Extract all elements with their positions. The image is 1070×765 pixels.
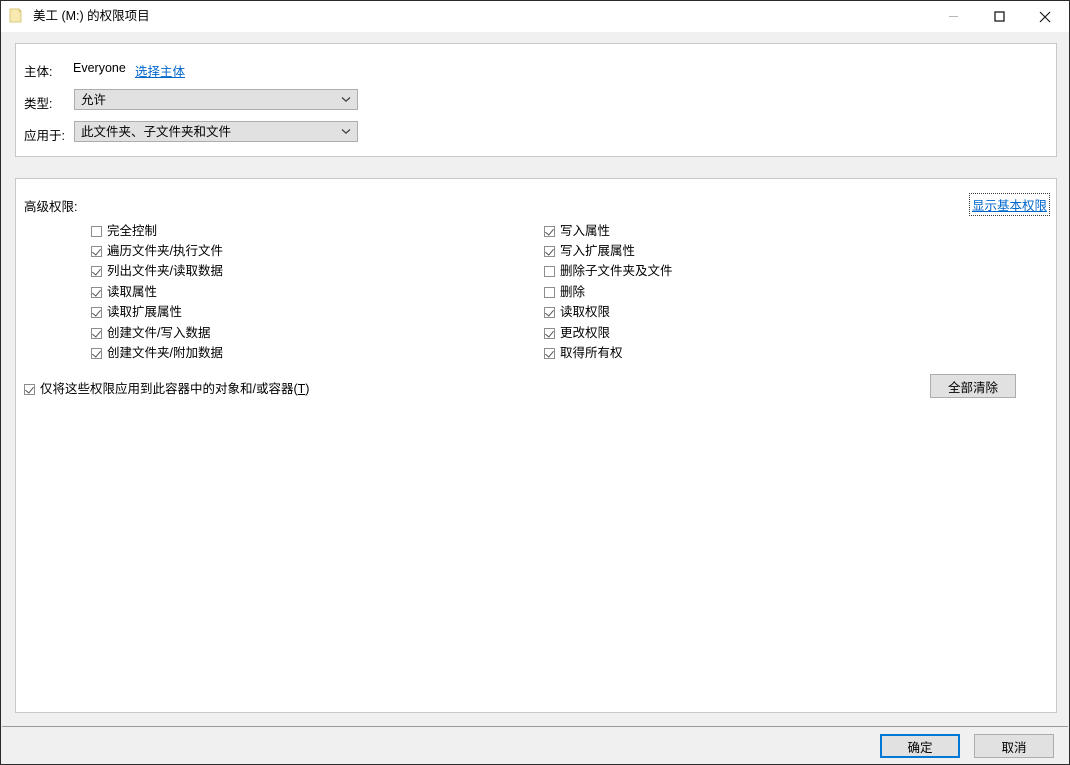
permission-checkbox[interactable]: 删除 <box>544 282 585 302</box>
applies-to-select-value: 此文件夹、子文件夹和文件 <box>81 125 232 139</box>
type-select-value: 允许 <box>81 93 107 107</box>
permission-label: 写入扩展属性 <box>560 243 636 258</box>
permission-label: 取得所有权 <box>560 345 623 360</box>
permission-label: 写入属性 <box>560 223 611 238</box>
applies-to-label: 应用于: <box>24 129 65 143</box>
permission-label: 列出文件夹/读取数据 <box>107 264 223 279</box>
permission-checkbox[interactable]: 删除子文件夹及文件 <box>544 262 673 282</box>
permission-entry-dialog: 美工 (M:) 的权限项目 主体: Everyone 选择主体 类型: 允许 应… <box>0 0 1070 765</box>
permission-checkbox[interactable]: 创建文件/写入数据 <box>91 323 210 343</box>
window-title: 美工 (M:) 的权限项目 <box>33 9 150 23</box>
chevron-down-icon <box>341 90 351 109</box>
checkbox-indicator <box>24 383 35 395</box>
checkbox-indicator <box>544 266 555 278</box>
show-basic-permissions-link[interactable]: 显示基本权限 <box>968 193 1050 216</box>
principal-value: Everyone <box>73 61 126 75</box>
permission-label: 删除 <box>560 284 586 299</box>
permission-checkbox[interactable]: 遍历文件夹/执行文件 <box>91 241 223 261</box>
apply-to-container-only-label: 仅将这些权限应用到此容器中的对象和/或容器(T) <box>40 381 310 396</box>
show-basic-permissions-link-label: 显示基本权限 <box>971 199 1047 213</box>
permission-checkbox[interactable]: 更改权限 <box>544 323 610 343</box>
permission-checkbox[interactable]: 取得所有权 <box>544 343 623 363</box>
maximize-icon[interactable] <box>976 1 1022 32</box>
permission-checkbox[interactable]: 创建文件夹/附加数据 <box>91 343 223 363</box>
permission-checkbox[interactable]: 读取权限 <box>544 303 610 323</box>
folder-icon <box>9 8 26 24</box>
applies-to-select[interactable]: 此文件夹、子文件夹和文件 <box>74 121 358 142</box>
checkbox-indicator <box>91 347 102 359</box>
permission-checkbox[interactable]: 完全控制 <box>91 221 157 241</box>
chevron-down-icon <box>341 122 351 141</box>
checkbox-indicator <box>544 347 555 359</box>
apply-to-container-only-checkbox[interactable]: 仅将这些权限应用到此容器中的对象和/或容器(T) <box>24 379 309 399</box>
permission-label: 完全控制 <box>107 223 158 238</box>
minimize-icon[interactable] <box>930 1 976 32</box>
permission-checkbox[interactable]: 读取扩展属性 <box>91 303 182 323</box>
permission-checkbox[interactable]: 写入扩展属性 <box>544 241 635 261</box>
type-label: 类型: <box>24 97 53 111</box>
permission-checkbox[interactable]: 列出文件夹/读取数据 <box>91 262 223 282</box>
permission-label: 读取扩展属性 <box>107 305 183 320</box>
permission-label: 创建文件夹/附加数据 <box>107 345 223 360</box>
checkbox-indicator <box>544 245 555 257</box>
checkbox-indicator <box>91 225 102 237</box>
checkbox-indicator <box>91 266 102 278</box>
permission-label: 删除子文件夹及文件 <box>560 264 673 279</box>
checkbox-indicator <box>544 327 555 339</box>
permission-checkbox[interactable]: 读取属性 <box>91 282 157 302</box>
checkbox-indicator <box>544 286 555 298</box>
principal-group: 主体: Everyone 选择主体 类型: 允许 应用于: 此文件夹、子文件夹和… <box>15 43 1057 157</box>
select-principal-link[interactable]: 选择主体 <box>135 61 185 80</box>
checkbox-indicator <box>91 245 102 257</box>
type-select[interactable]: 允许 <box>74 89 358 110</box>
checkbox-indicator <box>544 225 555 237</box>
checkbox-indicator <box>91 286 102 298</box>
checkbox-indicator <box>91 307 102 319</box>
ok-button[interactable]: 确定 <box>880 734 960 758</box>
permission-label: 更改权限 <box>560 325 611 340</box>
permission-checkbox[interactable]: 写入属性 <box>544 221 610 241</box>
advanced-permissions-label: 高级权限: <box>24 200 78 214</box>
checkbox-indicator <box>91 327 102 339</box>
permission-label: 遍历文件夹/执行文件 <box>107 243 223 258</box>
permission-label: 创建文件/写入数据 <box>107 325 211 340</box>
advanced-permissions-group: 高级权限: 显示基本权限 完全控制遍历文件夹/执行文件 列出文件夹/读取数据 读取属… <box>15 178 1057 713</box>
checkbox-indicator <box>544 307 555 319</box>
dialog-footer: 确定 取消 <box>2 727 1068 764</box>
permission-label: 读取属性 <box>107 284 158 299</box>
title-bar: 美工 (M:) 的权限项目 <box>1 1 1069 32</box>
principal-label: 主体: <box>24 65 53 79</box>
cancel-button[interactable]: 取消 <box>974 734 1054 758</box>
close-icon[interactable] <box>1022 1 1068 32</box>
permission-label: 读取权限 <box>560 305 611 320</box>
clear-all-button[interactable]: 全部清除 <box>930 374 1016 398</box>
